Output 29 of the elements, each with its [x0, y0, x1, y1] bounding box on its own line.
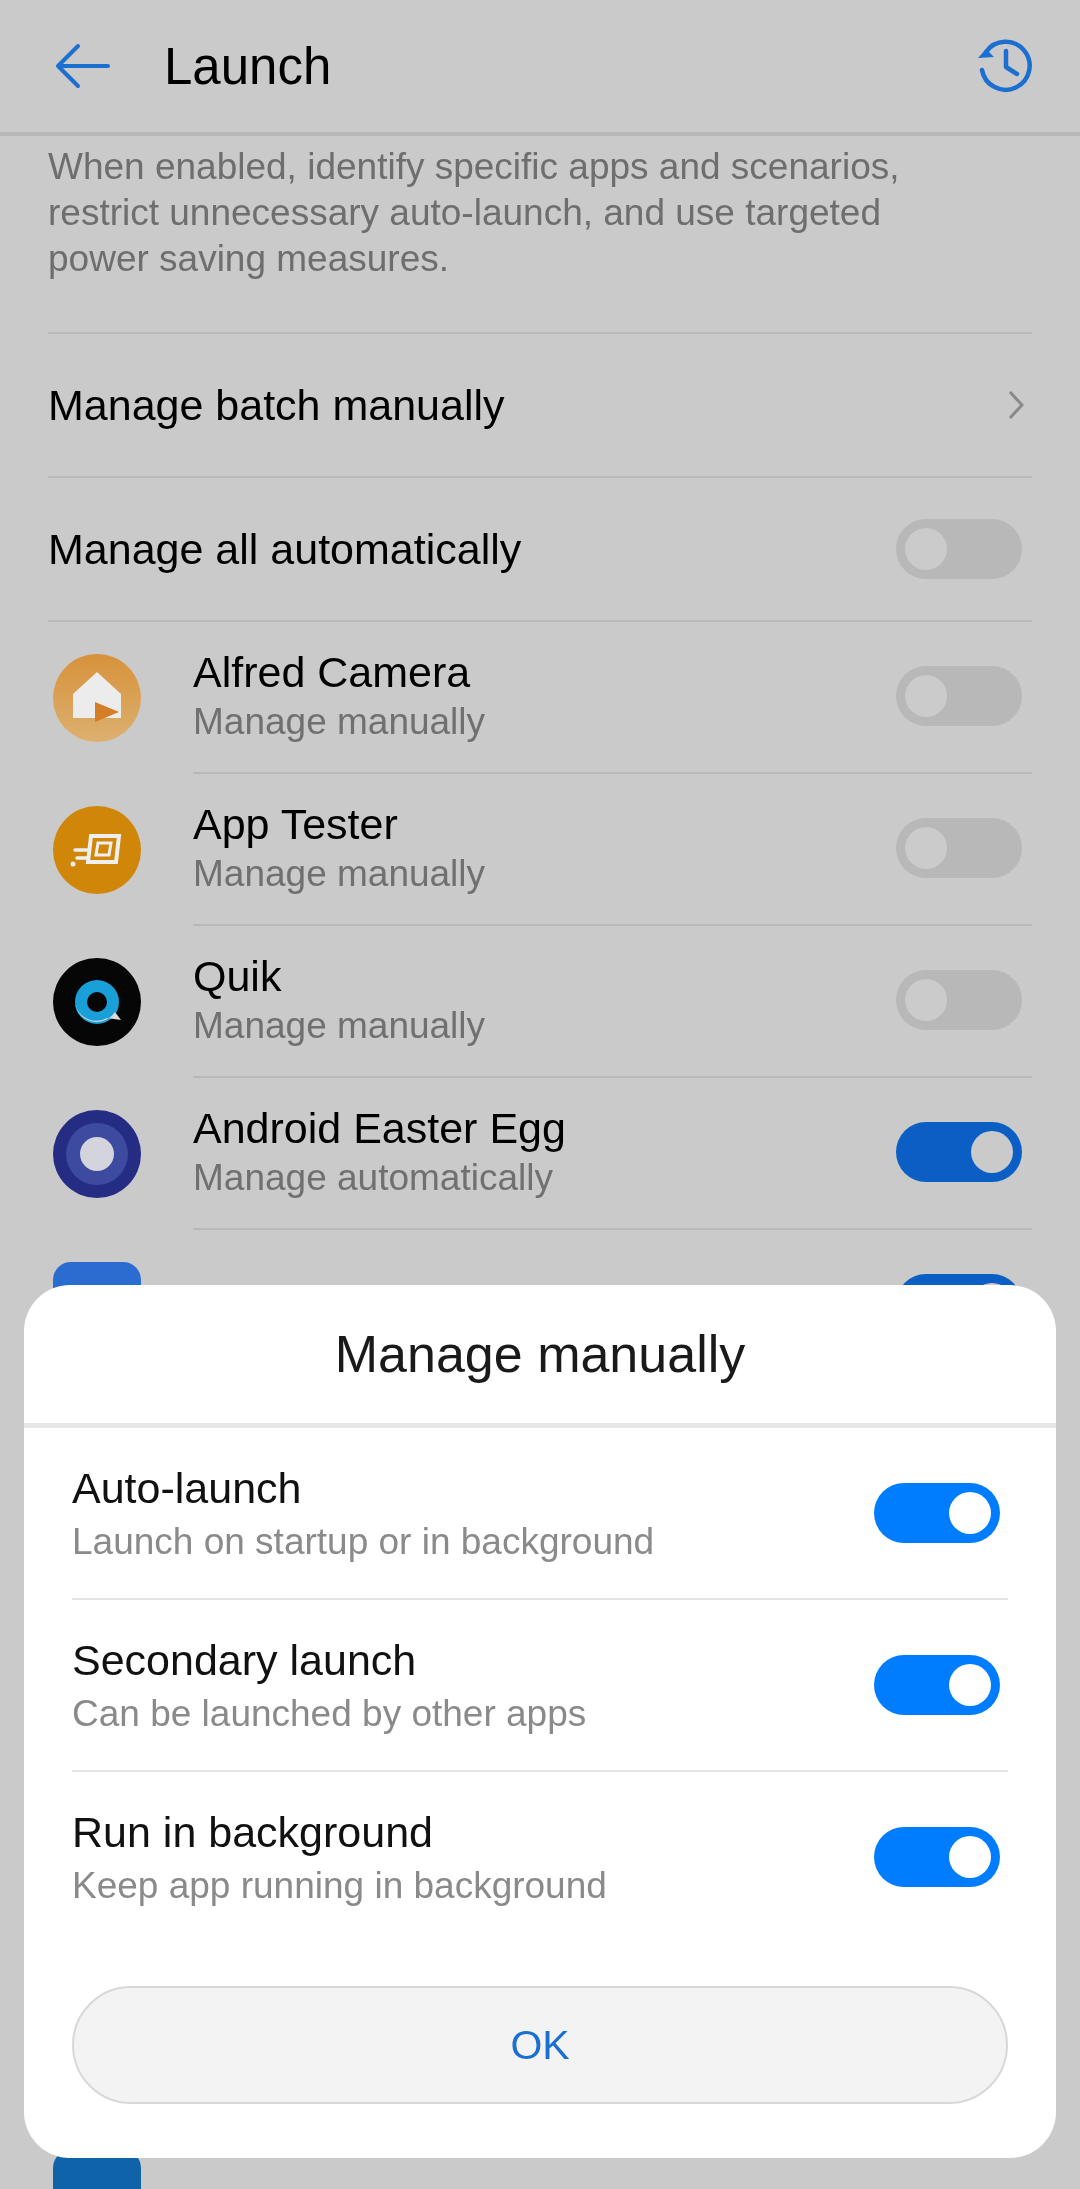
dialog-title: Manage manually [24, 1285, 1056, 1428]
option-label: Secondary launch [72, 1635, 418, 1685]
app-status: Manage manually [193, 1005, 486, 1047]
setting-label[interactable]: Manage batch manually [48, 380, 505, 430]
app-tester-icon [53, 806, 141, 894]
app-name: App Tester [193, 800, 399, 849]
toggle-switch[interactable] [874, 1483, 1000, 1543]
option-label: Auto-launch [72, 1463, 303, 1513]
house-play-icon [53, 654, 141, 742]
toggle-switch[interactable] [896, 1122, 1022, 1182]
ring-icon [53, 1110, 141, 1198]
option-description: Launch on startup or in background [72, 1520, 655, 1563]
option-description: Keep app running in background [72, 1864, 607, 1907]
description-text: When enabled, identify specific apps and scenarios, restrict unnecessary auto-launch, and use targeted power saving measures. [48, 144, 1032, 334]
app-name: Quik [193, 952, 283, 1001]
setting-label[interactable]: Manage all automatically [48, 524, 522, 574]
toggle-switch[interactable] [874, 1655, 1000, 1715]
option-description: Can be launched by other apps [72, 1692, 587, 1735]
option-label: Run in background [72, 1807, 434, 1857]
back-arrow-icon[interactable] [54, 43, 110, 89]
app-status: Manage manually [193, 853, 486, 895]
chevron-right-icon [1008, 390, 1024, 420]
app-status: Manage automatically [193, 1157, 554, 1199]
app-name: Android Easter Egg [193, 1104, 566, 1153]
app-status: Manage manually [193, 701, 486, 743]
toggle-switch[interactable] [874, 1827, 1000, 1887]
ok-button[interactable]: OK [72, 1986, 1008, 2104]
page-title: Launch [164, 36, 333, 96]
app-name: Alfred Camera [193, 648, 472, 697]
